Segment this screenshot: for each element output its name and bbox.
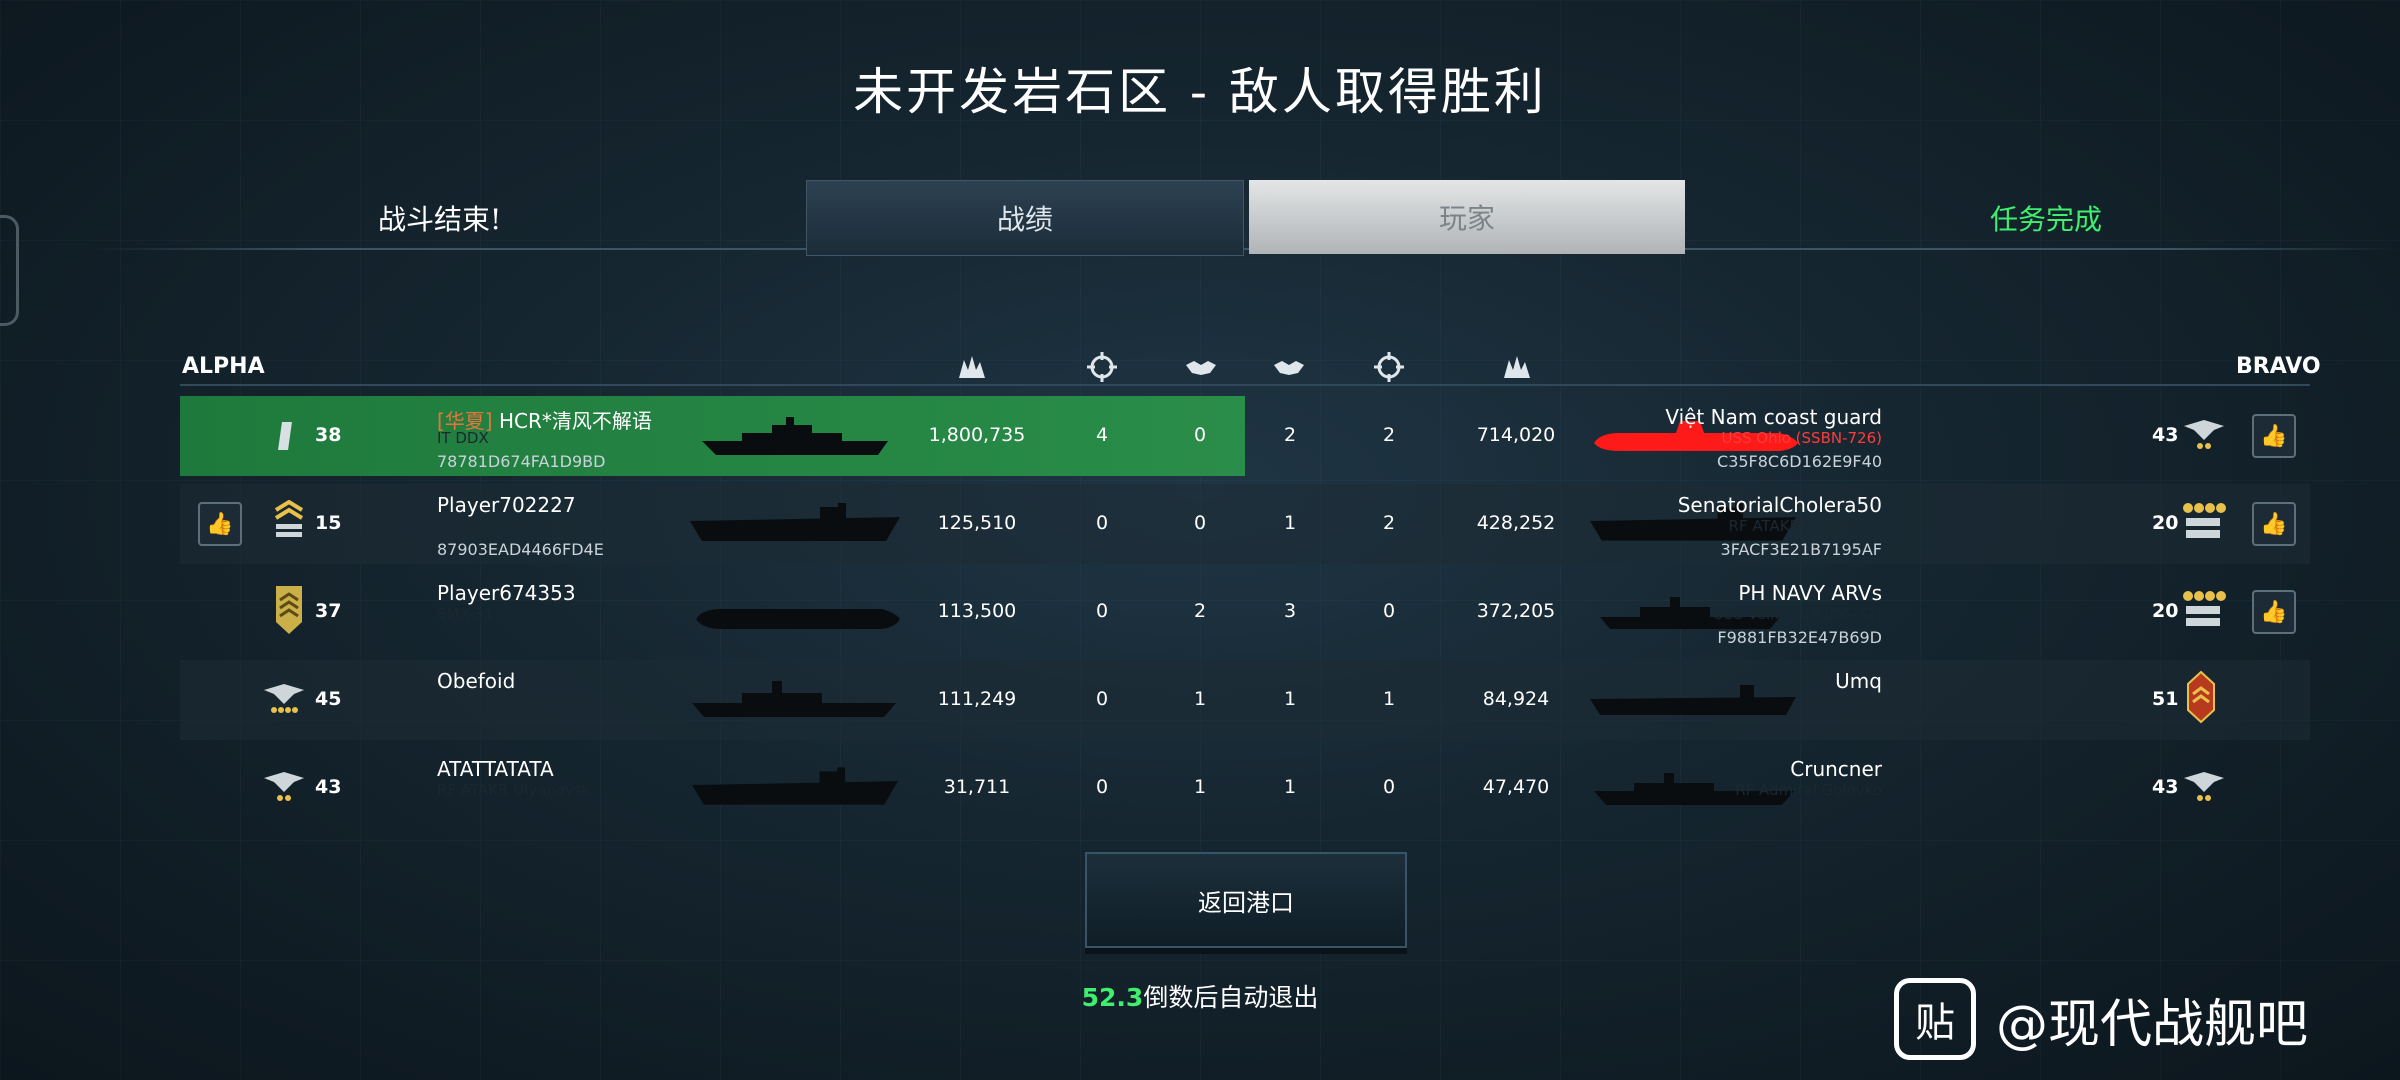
player-level: 20 (2152, 512, 2179, 534)
like-button[interactable]: 👍 (2252, 414, 2296, 458)
player-name[interactable]: Player674353 (437, 581, 576, 605)
like-button[interactable]: 👍 (2252, 502, 2296, 546)
player-level: 43 (315, 776, 342, 798)
damage-value: 113,500 (937, 600, 1017, 622)
kills-value: 2 (1382, 424, 1396, 446)
table-row: 43 ATATTATATA RF ATAKR Ulyanovsk 31,711 … (180, 748, 2310, 828)
player-name[interactable]: PH NAVY ARVs (1462, 581, 1882, 605)
player-level: 15 (315, 512, 342, 534)
rank-chevron-icon (274, 500, 304, 537)
player-name[interactable]: Player702227 (437, 493, 576, 517)
table-row: 38 [华夏] HCR*清风不解语 IT DDX 78781D674FA1D9B… (180, 396, 2310, 476)
countdown-seconds: 52.3 (1081, 983, 1144, 1012)
player-name[interactable]: ATATTATATA (437, 757, 554, 781)
assist-icon (1184, 350, 1218, 384)
rank-stars-icon (2183, 503, 2226, 538)
damage-value: 31,711 (943, 776, 1011, 798)
target-icon (1085, 350, 1119, 384)
damage-icon (955, 350, 989, 384)
carrier-silhouette-icon (692, 767, 898, 805)
watermark: 贴 @现代战舰吧 (1894, 978, 2308, 1060)
return-to-port-button[interactable]: 返回港口 (1085, 852, 1407, 948)
assist-icon (1272, 350, 1306, 384)
damage-value: 111,249 (937, 688, 1017, 710)
player-level: 38 (315, 424, 342, 446)
submarine-silhouette-icon (696, 609, 900, 629)
player-id: F9881FB32E47B69D (1717, 628, 1882, 647)
team-bravo-label: BRAVO (2236, 354, 2321, 379)
player-id: 78781D674FA1D9BD (437, 452, 606, 471)
table-row: 👍 15 Player702227 CN Type 001A Shandong … (180, 484, 2310, 564)
rank-stars-icon (2183, 591, 2226, 626)
player-name[interactable]: SenatorialCholera50 (1462, 493, 1882, 517)
rank-badge-icon (2187, 670, 2215, 724)
like-button[interactable]: 👍 (2252, 590, 2296, 634)
ship-name: USS Vella Gulf (CG-72) (1712, 605, 1882, 623)
battle-over-label: 战斗结束! (378, 203, 502, 236)
player-level: 51 (2152, 688, 2179, 710)
damage-icon (1500, 350, 1534, 384)
team-alpha-label: ALPHA (182, 354, 265, 379)
player-name[interactable]: Obefoid (437, 669, 515, 693)
carrier-silhouette-icon (690, 503, 900, 541)
ship-name: ROKS CVX (1804, 693, 1882, 711)
ship-name: SMX-31 (437, 605, 494, 623)
tab-stats[interactable]: 战绩 (806, 180, 1244, 256)
player-level: 43 (2152, 424, 2179, 446)
rank-eagle-icon (264, 684, 304, 713)
kills-value: 0 (1382, 776, 1396, 798)
ship-name: RF ATAKR Ulyanovsk (437, 781, 591, 799)
damage-value: 125,510 (937, 512, 1017, 534)
player-level: 43 (2152, 776, 2179, 798)
player-name[interactable]: Cruncner (1462, 757, 1882, 781)
player-name[interactable]: Umq (1462, 669, 1882, 693)
ship-name: IT DDX (437, 429, 489, 447)
table-row: 45 Obefoid RF TARK Pyotr Veliky 111,249 … (180, 660, 2310, 740)
kills-value: 0 (1382, 600, 1396, 622)
mission-complete-label: 任务完成 (1990, 203, 2103, 236)
countdown-text: 倒数后自动退出 (1143, 983, 1319, 1012)
page-title: 未开发岩石区 - 敌人取得胜利 (853, 63, 1547, 121)
kills-value: 2 (1382, 512, 1396, 534)
rank-eagle-icon (264, 772, 304, 801)
player-name[interactable]: Việt Nam coast guard (1462, 405, 1882, 429)
tab-players[interactable]: 玩家 (1249, 180, 1685, 254)
player-id: 3FACF3E21B7195AF (1720, 540, 1882, 559)
header-divider (90, 248, 2400, 250)
player-name-text: HCR*清风不解语 (498, 409, 652, 433)
side-drawer-handle[interactable] (0, 215, 19, 326)
cruiser-silhouette-icon (692, 681, 896, 717)
team-divider (180, 384, 2310, 386)
rank-eagle-icon (2184, 420, 2224, 449)
player-id: 87903EAD4466FD4E (437, 540, 604, 559)
player-level: 37 (315, 600, 342, 622)
like-button[interactable]: 👍 (198, 502, 242, 546)
kills-value: 1 (1382, 688, 1396, 710)
tieba-logo-icon: 贴 (1894, 978, 1976, 1060)
damage-value: 1,800,735 (928, 424, 1026, 446)
target-icon (1372, 350, 1406, 384)
rank-eagle-icon (2184, 772, 2224, 801)
ship-name: RF Admiral Golovko (1735, 781, 1882, 799)
watermark-text: @现代战舰吧 (1996, 994, 2309, 1055)
destroyer-silhouette-icon (702, 417, 888, 455)
player-level: 20 (2152, 600, 2179, 622)
ship-name: CN Type 001A Shandong (437, 517, 622, 535)
player-id: C35F8C6D162E9F40 (1717, 452, 1882, 471)
ship-name: RF TARK Pyotr Veliky (437, 693, 592, 711)
player-level: 45 (315, 688, 342, 710)
ship-name: RF ATAKR Ulyanovsk (1728, 517, 1882, 535)
table-row: 37 Player674353 SMX-31 113,500 0 2 3 0 3… (180, 572, 2310, 652)
rank-sergeant-icon (276, 586, 302, 634)
ship-name: USS Ohio (SSBN-726) (1721, 429, 1882, 447)
